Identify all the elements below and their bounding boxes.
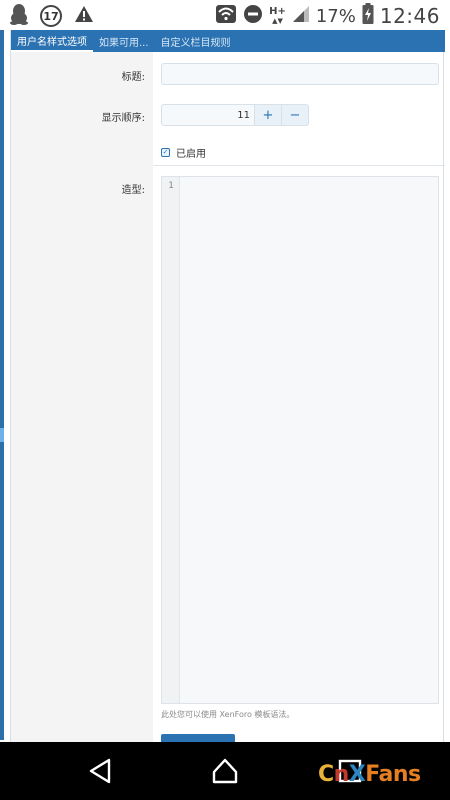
increment-button[interactable]: + <box>254 104 282 126</box>
title-label: 标题: <box>121 72 145 83</box>
enabled-label: 已启用 <box>176 149 206 160</box>
qq-penguin-icon <box>10 3 28 29</box>
line-number: 1 <box>168 181 174 191</box>
template-syntax-hint: 此处您可以使用 XenForo 模板语法。 <box>161 710 295 719</box>
back-icon[interactable] <box>85 756 115 786</box>
display-order-label: 显示顺序: <box>101 113 145 124</box>
style-options-panel: 用户名样式选项 如果可用... 自定义栏目规则 标题: 显示顺序: 11 + −… <box>10 30 445 742</box>
scroll-indicator <box>0 428 4 442</box>
divider <box>153 165 445 166</box>
home-icon[interactable] <box>210 756 240 786</box>
network-type-label: H+ ▲▼ <box>269 5 286 25</box>
background-strip <box>0 30 4 740</box>
style-code-editor[interactable]: 1 <box>161 176 439 704</box>
display-order-input[interactable]: 11 <box>161 104 255 126</box>
enabled-option[interactable]: ✓ 已启用 <box>161 145 206 160</box>
battery-charging-icon <box>362 3 374 29</box>
decrement-button[interactable]: − <box>281 104 309 126</box>
warning-icon <box>74 5 94 27</box>
tab-username-style-options[interactable]: 用户名样式选项 <box>11 30 93 52</box>
cnxfans-watermark-logo: CnXFans <box>318 762 421 787</box>
label-column <box>11 52 153 742</box>
tab-custom-field-rules[interactable]: 自定义栏目规则 <box>155 30 237 52</box>
save-button[interactable] <box>161 734 235 742</box>
tab-if-available[interactable]: 如果可用... <box>93 30 155 52</box>
status-bar: 17 H+ ▲▼ 17% 12:46 <box>0 0 450 30</box>
title-input[interactable] <box>161 63 439 85</box>
do-not-disturb-icon <box>243 4 263 28</box>
signal-icon <box>292 5 310 27</box>
battery-percent: 17% <box>315 5 356 27</box>
style-label: 造型: <box>121 185 145 196</box>
line-number-gutter: 1 <box>162 177 180 703</box>
notification-count-icon: 17 <box>40 5 62 27</box>
enabled-checkbox[interactable]: ✓ <box>161 148 170 157</box>
wifi-icon <box>215 4 237 28</box>
clock: 12:46 <box>379 4 440 28</box>
tab-bar: 用户名样式选项 如果可用... 自定义栏目规则 <box>11 30 445 52</box>
